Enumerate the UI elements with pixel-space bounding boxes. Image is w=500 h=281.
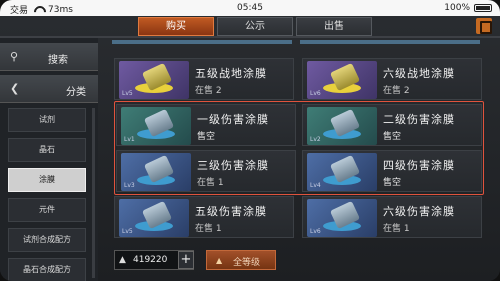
item-card[interactable]: Lv5 五级战地涂膜 在售 2 (114, 58, 294, 100)
currency-value: 419220 (133, 255, 168, 265)
sidebar-item-coating[interactable]: 涂膜 (8, 168, 86, 192)
item-stock: 在售 1 (195, 224, 222, 234)
phone-frame: 交易 73ms 05:45 100% 购买 公示 出售 ⚲ 搜索 ❮ 分类 试剂… (0, 0, 500, 281)
highlight-frame (114, 101, 484, 195)
search-icon: ⚲ (10, 50, 19, 63)
chevron-left-icon: ❮ (10, 82, 20, 95)
item-level: Lv5 (122, 90, 133, 97)
item-stock: 在售 2 (195, 86, 222, 96)
item-level: Lv6 (310, 228, 321, 235)
category-list: 试剂 晶石 涂膜 元件 试剂合成配方 晶石合成配方 (8, 108, 86, 281)
tab-announce[interactable]: 公示 (217, 17, 293, 36)
sidebar: ⚲ 搜索 ❮ 分类 试剂 晶石 涂膜 元件 试剂合成配方 晶石合成配方 (0, 38, 98, 281)
level-filter-label: 全等级 (233, 258, 261, 268)
clock: 05:45 (237, 3, 263, 13)
level-filter-button[interactable]: ▲ 全等级 (206, 250, 276, 270)
sidebar-item-crystal[interactable]: 晶石 (8, 138, 86, 162)
row-strip (300, 40, 480, 44)
category-label: 分类 (66, 87, 86, 98)
item-title: 六级伤害涂膜 (383, 205, 455, 218)
item-thumbnail: Lv5 (119, 61, 189, 99)
item-level: Lv6 (310, 90, 321, 97)
item-stock: 在售 1 (383, 224, 410, 234)
sidebar-item-component[interactable]: 元件 (8, 198, 86, 222)
status-bar: 交易 73ms 05:45 100% (0, 0, 500, 16)
search-button[interactable]: ⚲ 搜索 (0, 43, 98, 71)
market-tabs: 购买 公示 出售 (138, 17, 375, 37)
category-header[interactable]: ❮ 分类 (0, 75, 98, 103)
sidebar-item-crystal-recipe[interactable]: 晶石合成配方 (8, 258, 86, 281)
item-title: 五级伤害涂膜 (195, 205, 267, 218)
filter-triangle-icon: ▲ (216, 256, 223, 265)
item-level: Lv5 (122, 228, 133, 235)
sidebar-item-reagent-recipe[interactable]: 试剂合成配方 (8, 228, 86, 252)
item-title: 五级战地涂膜 (195, 67, 267, 80)
row-strip (112, 40, 292, 44)
search-label: 搜索 (48, 55, 68, 66)
item-thumbnail: Lv6 (307, 61, 377, 99)
carrier-label: 交易 (10, 6, 29, 16)
latency-label: 73ms (48, 4, 73, 15)
sidebar-item-reagent[interactable]: 试剂 (8, 108, 86, 132)
item-card[interactable]: Lv6 六级战地涂膜 在售 2 (302, 58, 482, 100)
wifi-icon (33, 6, 43, 14)
coin-icon: ▲ (119, 255, 126, 265)
item-stock: 在售 2 (383, 86, 410, 96)
item-thumbnail: Lv6 (307, 199, 377, 237)
scrollbar[interactable] (92, 108, 95, 278)
item-card[interactable]: Lv6 六级伤害涂膜 在售 1 (302, 196, 482, 238)
battery-percent: 100% (444, 3, 470, 13)
item-title: 六级战地涂膜 (383, 67, 455, 80)
item-card[interactable]: Lv5 五级伤害涂膜 在售 1 (114, 196, 294, 238)
game-screen: 交易 73ms 05:45 100% 购买 公示 出售 ⚲ 搜索 ❮ 分类 试剂… (0, 0, 500, 281)
inventory-icon[interactable] (476, 18, 492, 34)
add-currency-button[interactable]: + (178, 251, 194, 269)
item-thumbnail: Lv5 (119, 199, 189, 237)
battery-icon (474, 4, 492, 12)
tab-sell[interactable]: 出售 (296, 17, 372, 36)
tab-buy[interactable]: 购买 (138, 17, 214, 36)
